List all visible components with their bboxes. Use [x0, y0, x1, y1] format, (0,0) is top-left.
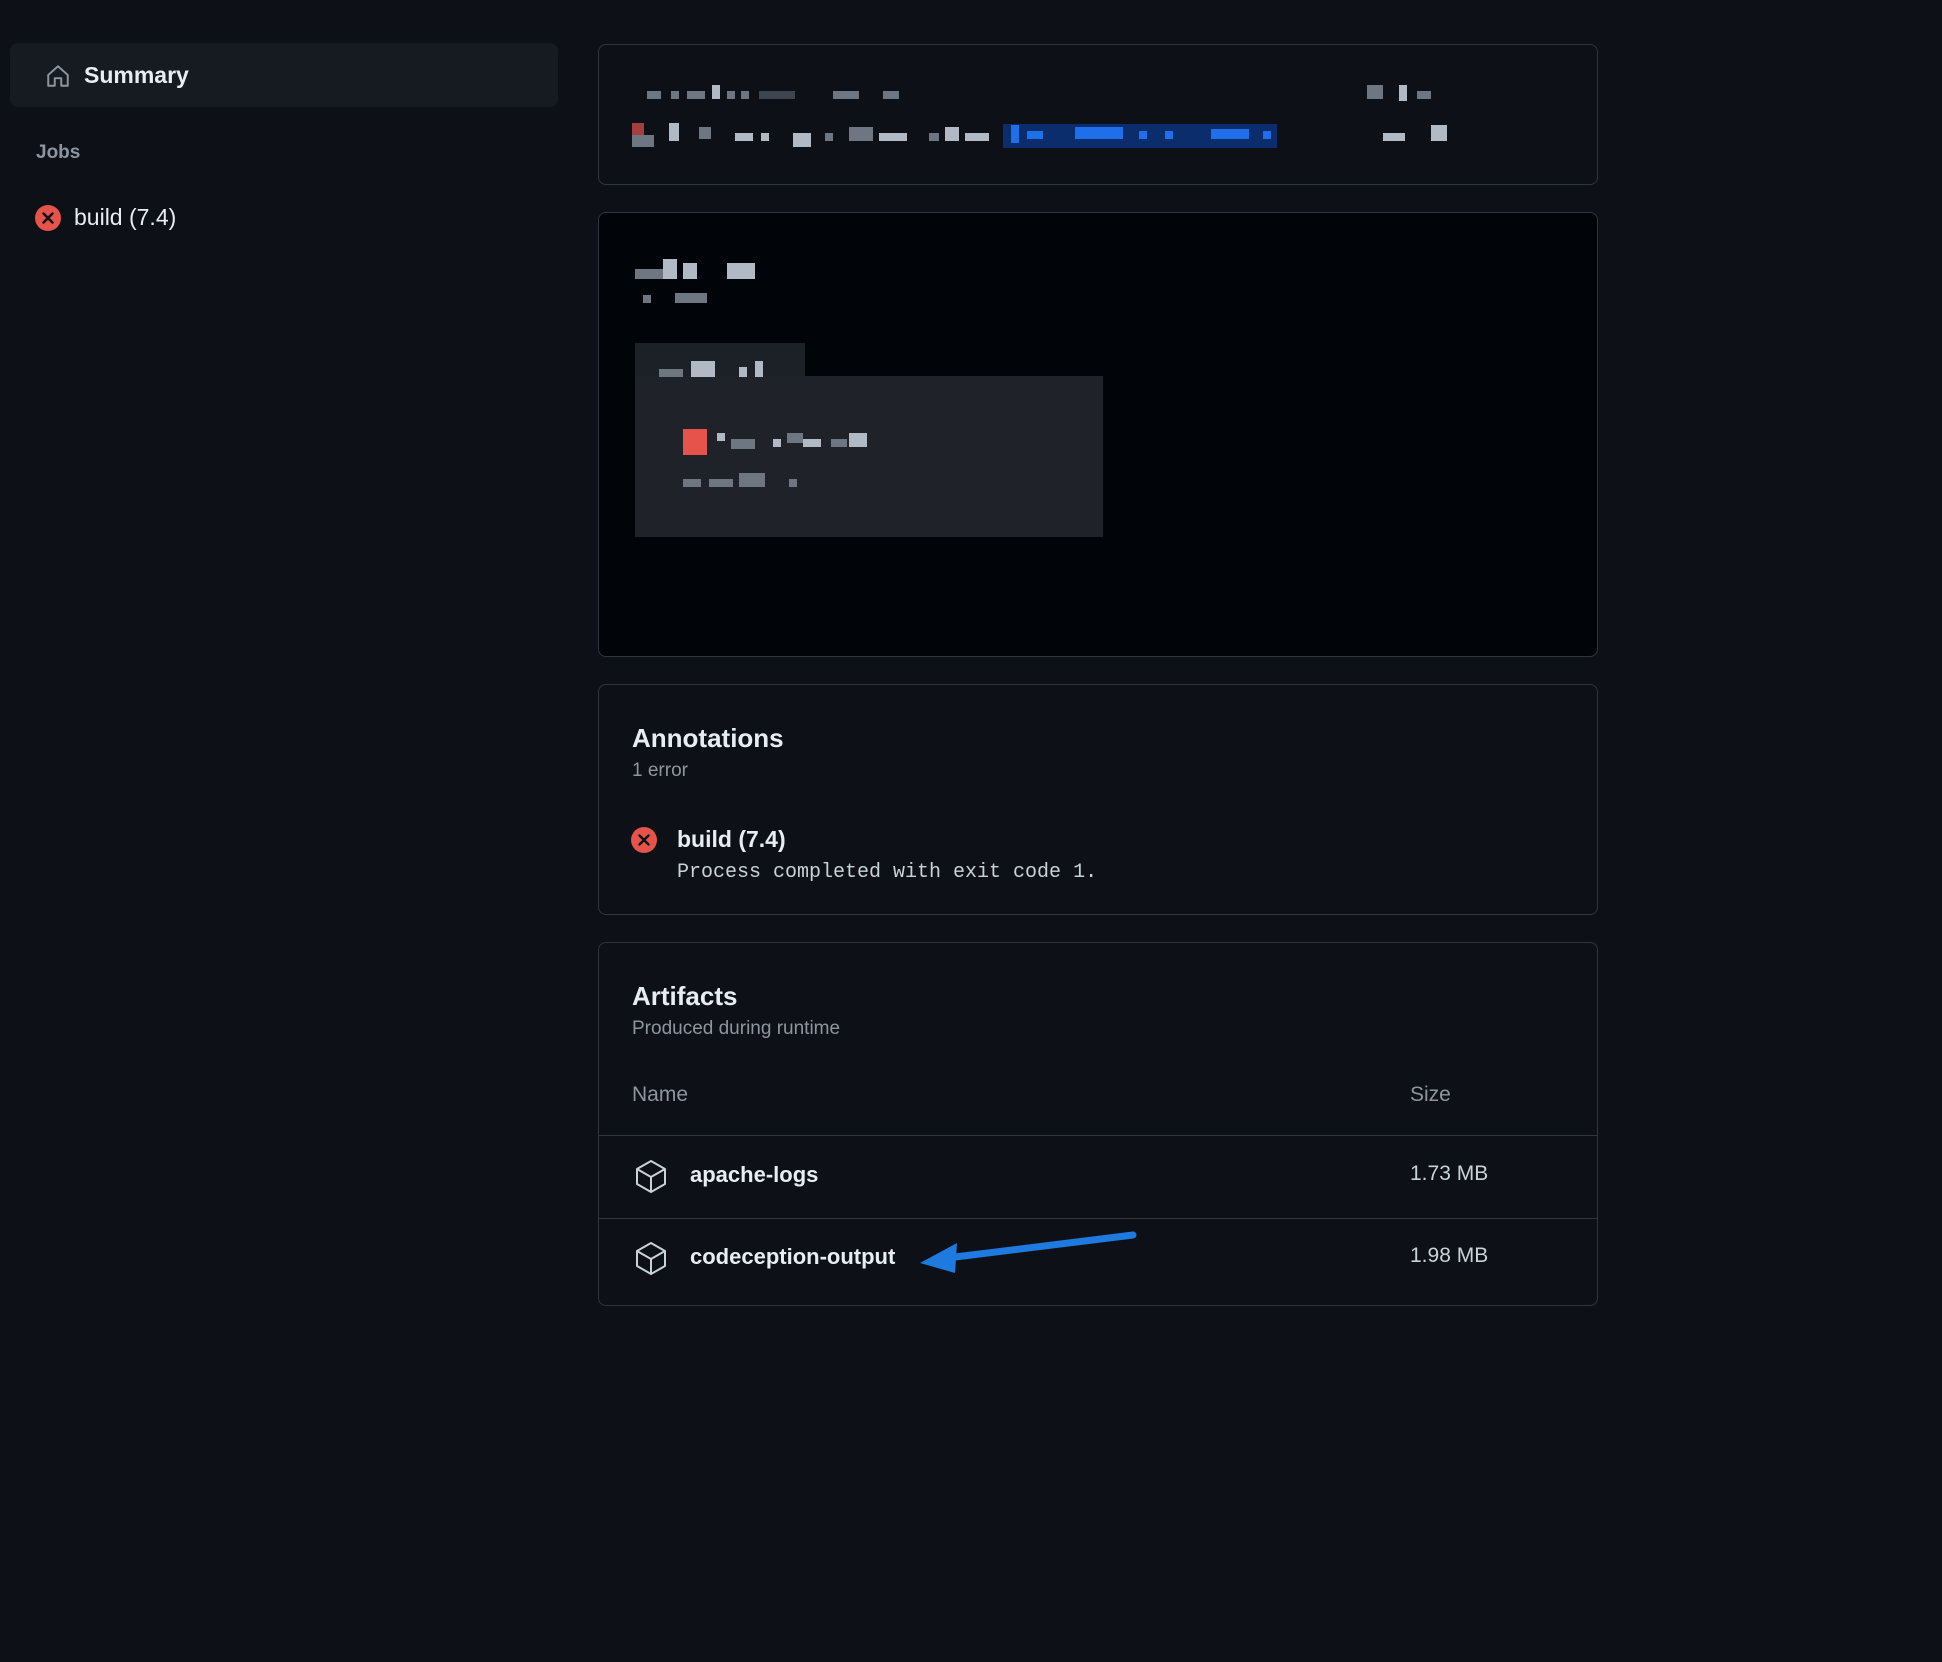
run-info-card-redacted	[598, 44, 1598, 185]
error-x-icon	[35, 205, 61, 231]
error-x-icon	[631, 827, 657, 853]
annotation-job-link[interactable]: build (7.4)	[677, 826, 786, 853]
artifact-download-link[interactable]: codeception-output	[690, 1244, 895, 1270]
sidebar: Summary Jobs build (7.4)	[0, 0, 580, 1342]
sidebar-job-build[interactable]: build (7.4)	[34, 198, 534, 238]
annotations-card: Annotations 1 error build (7.4) Process …	[598, 684, 1598, 915]
package-icon	[636, 1160, 666, 1193]
workflow-graph-card-redacted	[598, 212, 1598, 657]
home-icon	[47, 65, 69, 87]
summary-label: Summary	[84, 62, 189, 88]
column-size-header: Size	[1410, 1083, 1451, 1106]
annotations-count: 1 error	[632, 760, 688, 781]
column-name-header: Name	[632, 1083, 689, 1106]
annotations-title: Annotations	[632, 723, 784, 753]
artifacts-table-header: Name Size	[599, 1061, 1597, 1136]
annotation-message: Process completed with exit code 1.	[677, 861, 1098, 884]
artifacts-title: Artifacts	[632, 981, 738, 1011]
artifacts-subtitle: Produced during runtime	[632, 1018, 841, 1039]
sidebar-job-label: build (7.4)	[74, 204, 177, 230]
job-node-redacted	[635, 343, 1103, 537]
jobs-heading: Jobs	[36, 142, 81, 163]
artifact-download-link[interactable]: apache-logs	[690, 1162, 818, 1188]
table-row: apache-logs 1.73 MB	[599, 1136, 1597, 1219]
summary-nav-item[interactable]: Summary	[10, 43, 558, 107]
artifact-size: 1.73 MB	[1410, 1162, 1489, 1185]
artifact-size: 1.98 MB	[1410, 1244, 1489, 1267]
package-icon	[636, 1242, 666, 1275]
annotation-arrow-icon	[920, 1231, 1137, 1273]
